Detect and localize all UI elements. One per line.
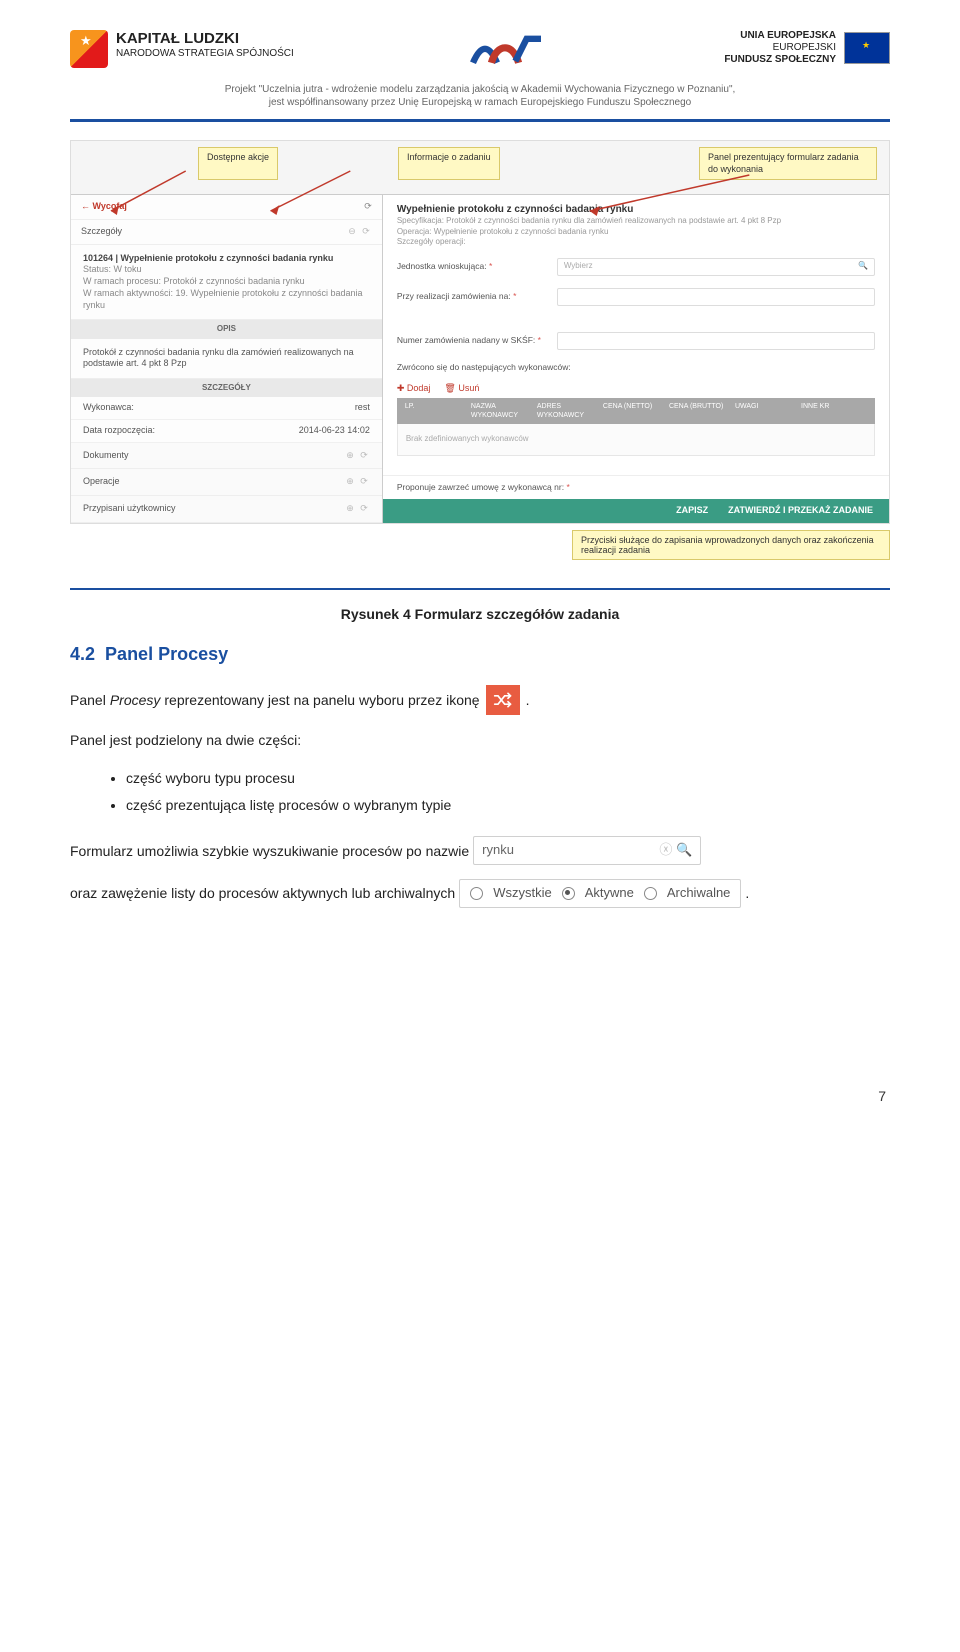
status-filter-example[interactable]: Wszystkie Aktywne Archiwalne — [459, 879, 741, 908]
kl-title: KAPITAŁ LUDZKI — [116, 30, 294, 48]
callout-actions: Dostępne akcje — [198, 147, 278, 180]
task-process: W ramach procesu: Protokół z czynności b… — [83, 276, 370, 288]
callout-bottom-buttons: Przyciski służące do zapisania wprowadzo… — [572, 530, 890, 560]
awf-logo — [469, 30, 549, 75]
header-rule — [70, 119, 890, 122]
refresh-icon[interactable]: ⟳ — [364, 201, 372, 213]
opis-header: OPIS — [71, 320, 382, 338]
ordernum-label: Numer zamówienia nadany w SKŚF: * — [397, 335, 547, 346]
section-heading: 4.2 Panel Procesy — [70, 644, 890, 665]
eu-flag-icon — [844, 32, 890, 64]
operations-section[interactable]: Operacje — [83, 476, 120, 488]
startdate-value: 2014-06-23 14:02 — [299, 425, 370, 437]
page-header: ★ KAPITAŁ LUDZKI NARODOWA STRATEGIA SPÓJ… — [70, 30, 890, 75]
paragraph-intro: Panel Procesy reprezentowany jest na pan… — [70, 685, 890, 715]
unit-label: Jednostka wnioskująca: * — [397, 261, 547, 272]
eu-logo-block: UNIA EUROPEJSKA EUROPEJSKI FUNDUSZ SPOŁE… — [724, 30, 890, 66]
paragraph-search: Formularz umożliwia szybkie wyszukiwanie… — [70, 836, 890, 865]
contractors-label: Zwrócono się do następujących wykonawców… — [397, 362, 571, 373]
ops-controls-icon[interactable]: ⊕ ⟳ — [346, 476, 370, 488]
ordernum-input[interactable] — [557, 332, 875, 350]
propose-contractor-label: Proponuje zawrzeć umowę z wykonawcą nr: … — [397, 482, 570, 493]
search-icon[interactable]: 🔍 — [676, 842, 692, 857]
shuffle-icon — [486, 685, 520, 715]
eu-line2: EUROPEJSKI — [724, 42, 836, 54]
contractors-empty: Brak zdefiniowanych wykonawców — [397, 424, 875, 455]
list-item: część prezentująca listę procesów o wybr… — [126, 792, 890, 819]
list-item: część wyboru typu procesu — [126, 765, 890, 792]
project-description: Projekt "Uczelnia jutra - wdrożenie mode… — [70, 83, 890, 109]
eu-line1: UNIA EUROPEJSKA — [724, 30, 836, 42]
figure-caption: Rysunek 4 Formularz szczegółów zadania — [70, 606, 890, 622]
task-status: Status: W toku — [83, 264, 370, 276]
delete-button[interactable]: 🗑 Usuń — [444, 383, 479, 395]
szczegoly-header: SZCZEGÓŁY — [71, 379, 382, 397]
withdraw-button[interactable]: ← Wycofaj — [81, 201, 127, 213]
add-button[interactable]: ✚ Dodaj — [397, 383, 431, 395]
realization-label: Przy realizacji zamówienia na: * — [397, 291, 547, 302]
logo-kapital-ludzki: ★ KAPITAŁ LUDZKI NARODOWA STRATEGIA SPÓJ… — [70, 30, 294, 68]
paragraph-parts: Panel jest podzielony na dwie części: — [70, 729, 890, 751]
executor-label: Wykonawca: — [83, 402, 134, 414]
users-section[interactable]: Przypisani użytkownicy — [83, 503, 176, 515]
eu-line3: FUNDUSZ SPOŁECZNY — [724, 54, 836, 66]
callout-formpanel: Panel prezentujący formularz zadania do … — [699, 147, 877, 180]
form-spec: Specyfikacja: Protokół z czynności badan… — [397, 216, 875, 226]
form-operation: Operacja: Wypełnienie protokołu z czynno… — [397, 227, 875, 237]
task-left-column: ← Wycofaj ⟳ Szczegóły ⊖ ⟳ 101264 | Wypeł… — [71, 195, 383, 522]
parts-list: część wyboru typu procesu część prezentu… — [70, 765, 890, 818]
paragraph-filter: oraz zawężenie listy do procesów aktywny… — [70, 879, 890, 908]
task-title: 101264 | Wypełnienie protokołu z czynnoś… — [83, 253, 370, 265]
task-activity: W ramach aktywności: 19. Wypełnienie pro… — [83, 288, 370, 311]
documents-section[interactable]: Dokumenty — [83, 450, 129, 462]
kl-icon: ★ — [70, 30, 108, 68]
form-title: Wypełnienie protokołu z czynności badani… — [397, 203, 875, 216]
details-section-label: Szczegóły — [81, 226, 122, 238]
form-opdetails: Szczegóły operacji: — [397, 237, 875, 247]
search-icon[interactable]: 🔍 — [858, 261, 868, 271]
unit-select[interactable]: Wybierz 🔍 — [557, 258, 875, 276]
radio-all[interactable] — [470, 887, 483, 900]
docs-controls-icon[interactable]: ⊕ ⟳ — [346, 450, 370, 462]
task-right-column: Wypełnienie protokołu z czynności badani… — [383, 195, 889, 522]
radio-active[interactable] — [562, 887, 575, 900]
startdate-label: Data rozpoczęcia: — [83, 425, 155, 437]
search-input-example[interactable]: rynku ⓧ 🔍 — [473, 836, 701, 865]
realization-input[interactable] — [557, 288, 875, 306]
radio-archive[interactable] — [644, 887, 657, 900]
users-controls-icon[interactable]: ⊕ ⟳ — [346, 503, 370, 515]
submit-button[interactable]: ZATWIERDŹ I PRZEKAŻ ZADANIE — [728, 505, 873, 517]
page-number: 7 — [70, 1088, 890, 1104]
callout-info: Informacje o zadaniu — [398, 147, 500, 180]
kl-subtitle: NARODOWA STRATEGIA SPÓJNOŚCI — [116, 48, 294, 60]
body-rule — [70, 588, 890, 590]
screenshot-task-form: Dostępne akcje Informacje o zadaniu Pane… — [70, 140, 890, 524]
contractors-table-header: LP. NAZWA WYKONAWCY ADRES WYKONAWCY CENA… — [397, 398, 875, 424]
opis-body: Protokół z czynności badania rynku dla z… — [71, 339, 382, 379]
collapse-icon[interactable]: ⊖ ⟳ — [348, 226, 372, 238]
save-button[interactable]: ZAPISZ — [676, 505, 708, 517]
clear-icon[interactable]: ⓧ — [659, 842, 672, 857]
executor-value: rest — [355, 402, 370, 414]
